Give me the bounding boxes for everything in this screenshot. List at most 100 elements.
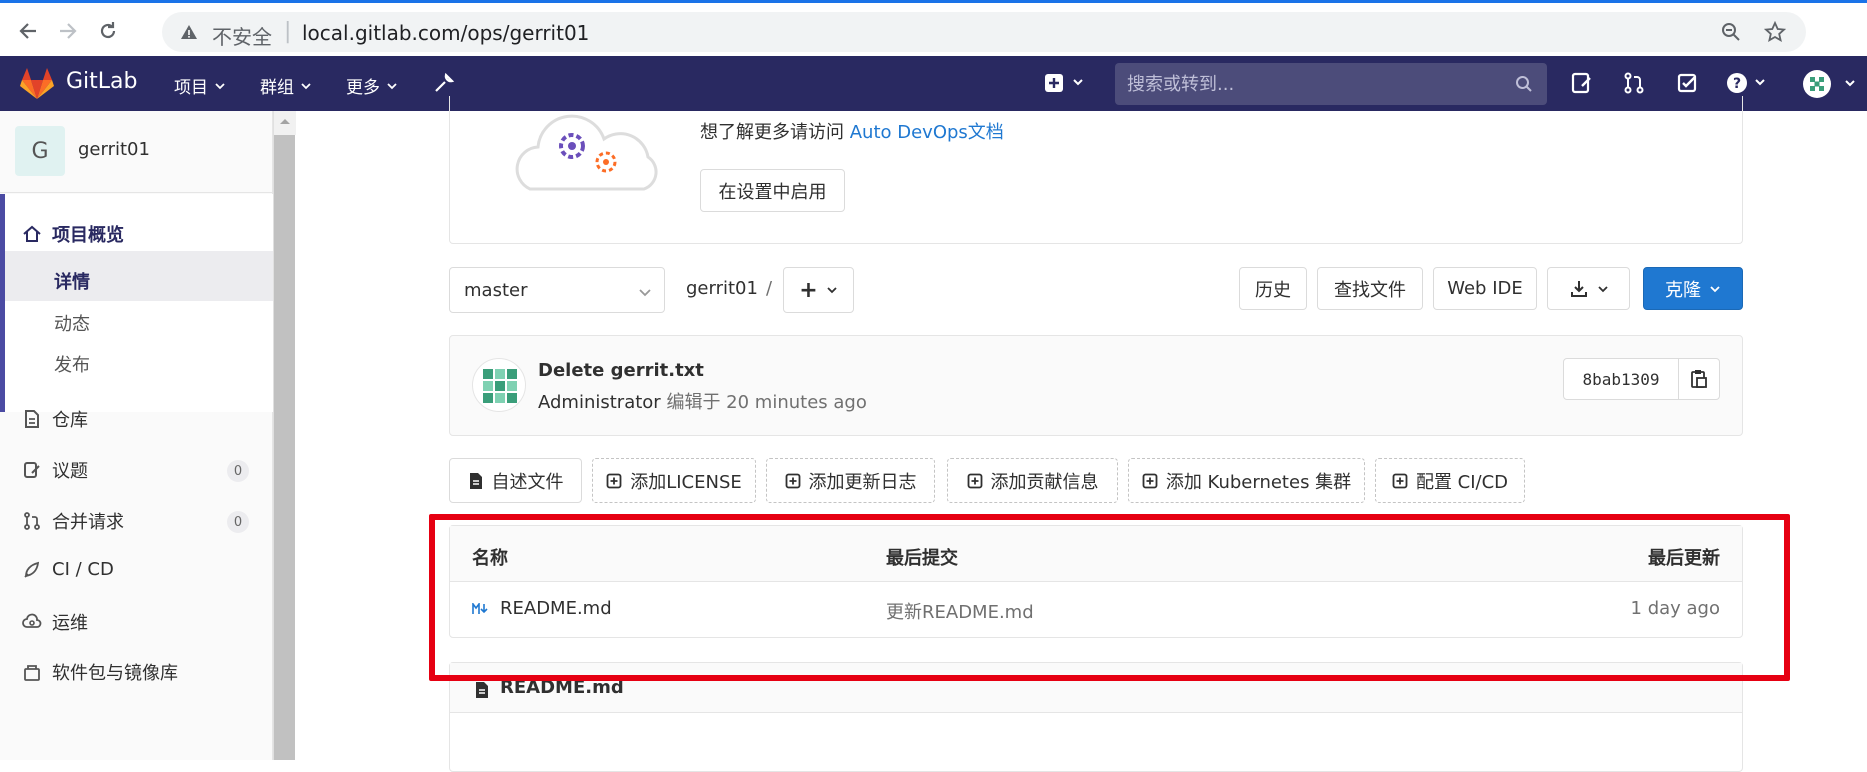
download-button[interactable]	[1547, 267, 1630, 310]
sidebar-item-packages[interactable]: 软件包与镜像库	[22, 659, 178, 685]
commit-time: 编辑于 20 minutes ago	[660, 392, 867, 413]
sidebar-item-merge-requests[interactable]: 合并请求	[22, 508, 124, 534]
file-commit-link[interactable]: 更新README.md	[886, 598, 1034, 624]
sub-active-bg	[5, 251, 273, 301]
auto-devops-docs-link[interactable]: Auto DevOps文档	[850, 122, 1004, 143]
chevron-down-icon	[1597, 285, 1608, 292]
new-item-icon[interactable]	[1044, 72, 1086, 98]
address-bar[interactable]: 不安全 | local.gitlab.com/ops/gerrit01	[162, 12, 1806, 52]
menu-groups-label: 群组	[260, 78, 294, 98]
gitlab-brand[interactable]: GitLab	[66, 69, 138, 94]
cloud-gear-icon	[22, 613, 42, 628]
gitlab-logo-icon[interactable]	[20, 68, 54, 103]
readme-quick-button[interactable]: 自述文件	[449, 458, 582, 503]
sidebar-item-operations[interactable]: 运维	[22, 609, 88, 635]
help-icon[interactable]: ?	[1726, 71, 1770, 99]
table-row[interactable]: README.md 更新README.md 1 day ago	[450, 583, 1742, 638]
breadcrumb-project[interactable]: gerrit01	[686, 278, 758, 299]
forward-icon[interactable]	[52, 15, 84, 47]
rocket-icon	[24, 561, 40, 578]
search-input[interactable]	[1127, 71, 1507, 97]
warning-icon	[180, 23, 198, 45]
auto-devops-banner: 想了解更多请访问 Auto DevOps文档 在设置中启用	[449, 96, 1743, 244]
sidebar-item-cicd[interactable]: CI / CD	[22, 559, 114, 580]
find-file-button[interactable]: 查找文件	[1317, 267, 1423, 310]
menu-groups[interactable]: 群组	[260, 73, 312, 98]
sidebar-scrollbar[interactable]	[273, 111, 296, 760]
todos-icon[interactable]	[1676, 71, 1700, 99]
scrollbar-up-arrow[interactable]	[274, 111, 296, 135]
reload-icon[interactable]	[92, 15, 124, 47]
commit-author-avatar[interactable]	[472, 358, 526, 412]
sidebar-item-issues[interactable]: 议题	[22, 457, 88, 483]
auto-devops-intro: 想了解更多请访问	[700, 122, 850, 143]
add-label: +	[799, 277, 818, 303]
menu-more[interactable]: 更多	[346, 73, 398, 98]
insecure-label: 不安全	[212, 25, 272, 49]
web-ide-button[interactable]: Web IDE	[1433, 267, 1537, 310]
menu-projects[interactable]: 项目	[174, 73, 226, 98]
browser-toolbar: 不安全 | local.gitlab.com/ops/gerrit01	[0, 0, 1867, 56]
sidebar-sub-releases[interactable]: 发布	[54, 351, 90, 377]
sidebar-item-cicd-label: CI / CD	[52, 559, 114, 580]
chevron-down-icon	[638, 284, 652, 305]
file-updated: 1 day ago	[1630, 598, 1720, 619]
menu-more-label: 更多	[346, 78, 380, 98]
bookmark-star-icon[interactable]	[1763, 20, 1787, 47]
todo-issues-icon[interactable]	[1570, 71, 1594, 99]
commit-author[interactable]: Administrator	[538, 392, 661, 413]
branch-selector[interactable]: master	[449, 267, 665, 313]
commit-sha[interactable]: 8bab1309	[1563, 358, 1679, 400]
add-contributing-button[interactable]: 添加贡献信息	[947, 458, 1118, 503]
download-icon	[1570, 280, 1587, 297]
clipboard-icon	[1691, 370, 1707, 388]
auto-devops-text: 想了解更多请访问 Auto DevOps文档	[700, 118, 1004, 144]
readme-title[interactable]: README.md	[500, 677, 624, 698]
sidebar-item-overview[interactable]: 项目概览	[22, 221, 124, 247]
url-text[interactable]: local.gitlab.com/ops/gerrit01	[302, 21, 589, 45]
add-changelog-button[interactable]: 添加更新日志	[766, 458, 935, 503]
user-avatar[interactable]	[1802, 69, 1862, 103]
project-name[interactable]: gerrit01	[78, 139, 150, 160]
sidebar-sub-details[interactable]: 详情	[54, 268, 90, 294]
sidebar-item-overview-label: 项目概览	[52, 225, 124, 246]
sidebar-item-issues-label: 议题	[52, 461, 88, 482]
history-button[interactable]: 历史	[1239, 267, 1307, 310]
add-changelog-label: 添加更新日志	[808, 471, 917, 493]
add-kubernetes-button[interactable]: 添加 Kubernetes 集群	[1128, 458, 1365, 503]
commit-meta: Administrator 编辑于 20 minutes ago	[538, 388, 867, 414]
file-tree-table: 名称 最后提交 最后更新 README.md 更新README.md 1 day…	[449, 525, 1743, 638]
chevron-down-icon	[1710, 285, 1720, 292]
sidebar-item-repository-label: 仓库	[52, 410, 88, 431]
zoom-icon[interactable]	[1720, 21, 1742, 47]
wrench-icon[interactable]	[432, 71, 456, 99]
merge-requests-icon[interactable]	[1622, 71, 1646, 99]
clone-button[interactable]: 克隆	[1643, 267, 1743, 310]
breadcrumb-separator: /	[766, 278, 773, 299]
header-name: 名称	[472, 548, 508, 569]
plus-square-icon	[1142, 473, 1158, 488]
back-icon[interactable]	[12, 15, 44, 47]
sidebar-sub-activity[interactable]: 动态	[54, 310, 90, 336]
cloud-gears-illustration	[510, 104, 670, 198]
header-last-commit: 最后提交	[886, 548, 958, 569]
project-avatar[interactable]: G	[15, 126, 65, 176]
sidebar-item-repository[interactable]: 仓库	[22, 406, 88, 432]
clone-label: 克隆	[1665, 279, 1701, 301]
sidebar-item-operations-label: 运维	[52, 613, 88, 634]
readme-quick-label: 自述文件	[491, 471, 564, 493]
add-license-button[interactable]: 添加LICENSE	[592, 458, 756, 503]
menu-projects-label: 项目	[174, 78, 208, 98]
file-name-link[interactable]: README.md	[500, 598, 612, 619]
enable-in-settings-button[interactable]: 在设置中启用	[700, 169, 845, 212]
commit-title[interactable]: Delete gerrit.txt	[538, 360, 704, 381]
sidebar-item-merge-requests-label: 合并请求	[52, 512, 124, 533]
merge-requests-count-badge: 0	[227, 511, 249, 533]
setup-cicd-button[interactable]: 配置 CI/CD	[1375, 458, 1525, 503]
issues-count-badge: 0	[227, 460, 249, 482]
plus-square-icon	[1392, 473, 1408, 488]
add-to-tree-button[interactable]: +	[783, 267, 854, 313]
add-license-label: 添加LICENSE	[630, 471, 742, 493]
project-sidebar: G gerrit01 项目概览 详情 动态 发布 仓库 议题 0 合并请求 0 …	[0, 111, 273, 760]
copy-sha-button[interactable]	[1678, 358, 1720, 400]
